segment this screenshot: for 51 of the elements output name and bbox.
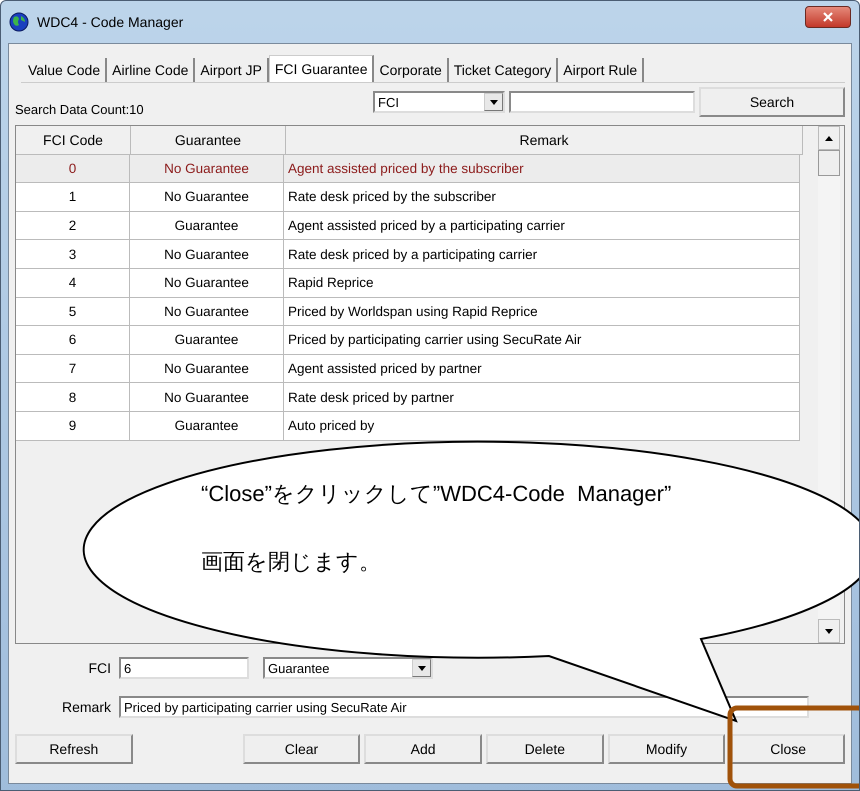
table-cell: 6 xyxy=(68,332,76,348)
table-cell: Guarantee xyxy=(174,332,238,348)
table-cell: No Guarantee xyxy=(164,275,249,290)
table-cell: Rapid Reprice xyxy=(288,275,374,290)
remark-label: Remark xyxy=(60,699,111,715)
fci-field[interactable]: 6 xyxy=(119,657,249,679)
column-header[interactable]: Guarantee xyxy=(131,126,286,155)
table-cell: No Guarantee xyxy=(164,390,249,405)
search-button[interactable]: Search xyxy=(699,87,845,117)
table-cell: No Guarantee xyxy=(164,160,249,176)
table-cell: 0 xyxy=(68,160,76,176)
table-cell: 5 xyxy=(68,304,76,319)
table-cell: Rate desk priced by partner xyxy=(288,390,454,405)
column-header[interactable]: Remark xyxy=(286,126,803,155)
table-cell: No Guarantee xyxy=(164,189,249,204)
tab[interactable]: FCI Guarantee xyxy=(268,55,374,82)
table-cell: Rate desk priced by the subscriber xyxy=(288,189,496,204)
table-cell: 4 xyxy=(68,275,76,290)
action-button[interactable]: Close xyxy=(731,734,846,764)
table-cell: Agent assisted priced by a participating carrier xyxy=(288,218,565,234)
action-button[interactable]: Refresh xyxy=(15,734,133,764)
table-cell: 8 xyxy=(68,390,76,405)
search-field-dropdown[interactable]: FCI xyxy=(373,91,505,113)
fci-label: FCI xyxy=(87,660,111,676)
callout-text: “Close”をクリックして”WDC4-Code Manager” xyxy=(201,480,672,508)
table-cell: 9 xyxy=(68,418,76,434)
table-cell: Rate desk priced by a participating carrier xyxy=(288,246,538,262)
table-cell: No Guarantee xyxy=(164,304,249,319)
table-cell: 3 xyxy=(68,246,76,262)
table-cell: Guarantee xyxy=(174,418,238,434)
table-cell: Priced by Worldspan using Rapid Reprice xyxy=(288,304,538,319)
search-count-label: Search Data Count:10 xyxy=(15,102,144,119)
action-button[interactable]: Modify xyxy=(608,734,726,764)
table-cell: Agent assisted priced by partner xyxy=(288,361,482,376)
remark-field[interactable]: Priced by participating carrier using SecuRate Air xyxy=(119,696,809,718)
table-cell: Guarantee xyxy=(174,218,238,234)
table-cell: Auto priced by xyxy=(288,418,374,434)
table-cell: Agent assisted priced by the subscriber xyxy=(288,160,524,176)
action-button[interactable]: Delete xyxy=(486,734,604,764)
action-button[interactable]: Clear xyxy=(242,734,360,764)
column-header[interactable]: FCI Code xyxy=(16,126,131,155)
window-title: WDC4 - Code Manager xyxy=(37,14,184,30)
table-cell: 7 xyxy=(68,361,76,376)
guarantee-dropdown[interactable]: Guarantee xyxy=(263,657,433,679)
table-cell: 1 xyxy=(68,189,76,204)
table-cell: No Guarantee xyxy=(164,246,249,262)
table-cell: 2 xyxy=(68,218,76,234)
action-button[interactable]: Add xyxy=(364,734,482,764)
table-cell: No Guarantee xyxy=(164,361,249,376)
callout-text: 画面を閉じます。 xyxy=(201,548,382,576)
table-cell: Priced by participating carrier using SecuRate Air xyxy=(288,332,582,348)
